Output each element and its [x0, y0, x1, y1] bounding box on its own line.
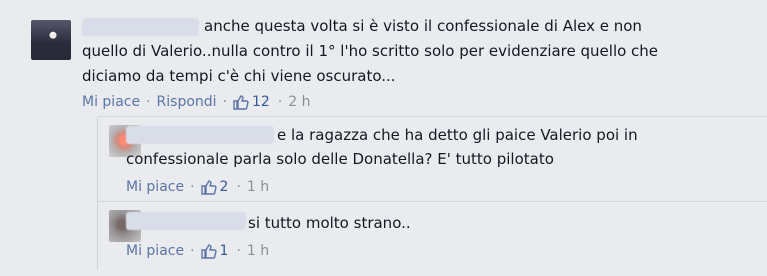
separator: ·	[190, 179, 195, 195]
comment-main-actions: Mi piace · Rispondi · 12 · 2 h	[82, 92, 311, 112]
timestamp-main[interactable]: 2 h	[288, 94, 310, 110]
like-button-reply-2[interactable]: Mi piace	[126, 243, 184, 259]
comment-thread: anche questa volta si è visto il confess…	[0, 0, 767, 276]
thumbs-up-icon	[200, 179, 217, 195]
reply-2-line-1: si tutto molto strano..	[248, 214, 411, 232]
separator: ·	[236, 179, 241, 195]
separator: ·	[277, 94, 283, 110]
separator: ·	[146, 94, 151, 110]
separator: ·	[222, 94, 228, 110]
thumbs-up-icon	[233, 94, 249, 110]
reply-1-actions: Mi piace · 2 · 1 h	[126, 177, 269, 197]
reply-button-main[interactable]: Rispondi	[157, 94, 217, 110]
thumbs-up-icon	[200, 243, 217, 259]
separator: ·	[190, 243, 195, 259]
like-button-main[interactable]: Mi piace	[82, 94, 140, 110]
timestamp-reply-2[interactable]: 1 h	[247, 243, 269, 259]
comment-main: anche questa volta si è visto il confess…	[0, 0, 767, 110]
like-button-reply-1[interactable]: Mi piace	[126, 179, 184, 195]
reply-comment-1: e la ragazza che ha detto gli paice Vale…	[0, 116, 767, 201]
comment-main-line-2: quello di Valerio..nulla contro il 1° l'…	[82, 42, 659, 60]
commenter-name-reply-1[interactable]	[126, 126, 274, 144]
timestamp-reply-1[interactable]: 1 h	[247, 179, 269, 195]
separator: ·	[236, 243, 241, 259]
like-count-reply-1[interactable]: 2	[220, 179, 229, 195]
like-count-main[interactable]: 12	[252, 94, 270, 110]
comment-main-line-1: anche questa volta si è visto il confess…	[204, 17, 642, 35]
reply-2-actions: Mi piace · 1 · 1 h	[126, 241, 269, 261]
reply-comment-2: si tutto molto strano.. Mi piace · 1 · 1…	[0, 201, 767, 276]
reply-1-line-2: confessionale parla solo delle Donatella…	[126, 150, 554, 168]
avatar-main[interactable]	[31, 20, 71, 60]
like-count-reply-2[interactable]: 1	[220, 243, 229, 259]
commenter-name-reply-2[interactable]	[126, 212, 246, 230]
reply-1-line-1: e la ragazza che ha detto gli paice Vale…	[277, 126, 638, 144]
comment-main-line-3: diciamo da tempi c'è chi viene oscurato.…	[82, 67, 396, 85]
commenter-name-main[interactable]	[82, 18, 199, 36]
